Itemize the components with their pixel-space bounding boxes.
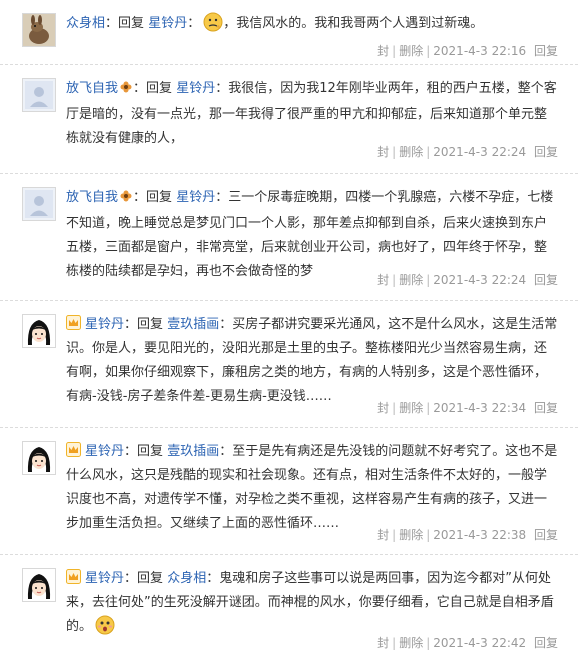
reply-target[interactable]: 壹玖插画 xyxy=(167,317,219,332)
delete-button[interactable]: 删除 xyxy=(399,528,423,542)
separator: | xyxy=(392,44,397,58)
reply-meta: 封 | 删除 | 2021-4-3 22:24 回复 xyxy=(377,144,558,160)
separator: | xyxy=(426,636,431,650)
separator: | xyxy=(392,528,397,542)
avatar[interactable] xyxy=(22,568,56,602)
separator: | xyxy=(426,44,431,58)
reply-target[interactable]: 壹玖插画 xyxy=(167,444,219,459)
reply-button[interactable]: 回复 xyxy=(534,44,558,58)
reply-meta: 封 | 删除 | 2021-4-3 22:34 回复 xyxy=(377,400,558,416)
hide-button[interactable]: 封 xyxy=(377,273,389,287)
timestamp: 2021-4-3 22:16 xyxy=(433,44,527,58)
reply-item: 放飞自我 ：回复 星铃丹：三一个尿毒症晚期，四楼一个乳腺癌，六楼不孕症，七楼不知道… xyxy=(0,174,578,301)
delete-button[interactable]: 删除 xyxy=(399,145,423,159)
colon: ： xyxy=(187,16,201,31)
avatar[interactable] xyxy=(22,78,56,112)
reply-item: 星铃丹：回复 众身相：鬼魂和房子这些事可以说是两回事，因为迄今都对”从何处来，去… xyxy=(0,555,578,662)
reply-content: 众身相：回复 星铃丹： ，我信风水的。我和我哥两个人遇到过新魂。 xyxy=(66,12,558,41)
separator: | xyxy=(392,145,397,159)
surprised-emoji-icon xyxy=(95,615,115,644)
reply-meta: 封 | 删除 | 2021-4-3 22:42 回复 xyxy=(377,635,558,651)
author-name[interactable]: 放飞自我 xyxy=(66,81,118,96)
reply-label: ：回复 xyxy=(124,317,164,332)
avatar[interactable] xyxy=(22,314,56,348)
reply-meta: 封 | 删除 | 2021-4-3 22:24 回复 xyxy=(377,272,558,288)
default-avatar-icon xyxy=(23,188,55,220)
delete-button[interactable]: 删除 xyxy=(399,636,423,650)
reply-button[interactable]: 回复 xyxy=(534,636,558,650)
reply-item: 众身相：回复 星铃丹： ，我信风水的。我和我哥两个人遇到过新魂。 封 | 删除 | 202… xyxy=(0,0,578,65)
reply-text: ，我信风水的。我和我哥两个人遇到过新魂。 xyxy=(223,16,484,31)
reply-label: ：回复 xyxy=(105,16,145,31)
reply-button[interactable]: 回复 xyxy=(534,145,558,159)
delete-button[interactable]: 删除 xyxy=(399,273,423,287)
separator: | xyxy=(426,401,431,415)
reply-meta: 封 | 删除 | 2021-4-3 22:38 回复 xyxy=(377,527,558,543)
reply-item: 星铃丹：回复 壹玖插画：至于是先有病还是先没钱的问题就不好考究了。这也不是什么风… xyxy=(0,428,578,555)
reply-target[interactable]: 星铃丹 xyxy=(176,190,215,205)
colon: ： xyxy=(215,190,229,205)
separator: | xyxy=(426,528,431,542)
hide-button[interactable]: 封 xyxy=(377,44,389,58)
animal-avatar-icon xyxy=(23,14,55,46)
hide-button[interactable]: 封 xyxy=(377,528,389,542)
reply-content: 放飞自我 ：回复 星铃丹：我很信，因为我12年刚毕业两年，租的西户五楼，整个客厅是… xyxy=(66,77,558,151)
separator: | xyxy=(426,273,431,287)
colon: ： xyxy=(206,571,220,586)
author-name[interactable]: 星铃丹 xyxy=(85,444,124,459)
hide-button[interactable]: 封 xyxy=(377,636,389,650)
vip-crown-icon xyxy=(66,569,81,584)
reply-content: 星铃丹：回复 壹玖插画：买房子都讲究要采光通风，这不是什么风水，这是生活常识。你… xyxy=(66,313,558,409)
reply-list: 众身相：回复 星铃丹： ，我信风水的。我和我哥两个人遇到过新魂。 封 | 删除 | 202… xyxy=(0,0,578,662)
default-avatar-icon xyxy=(23,79,55,111)
author-name[interactable]: 星铃丹 xyxy=(85,317,124,332)
separator: | xyxy=(392,401,397,415)
reply-item: 放飞自我 ：回复 星铃丹：我很信，因为我12年刚毕业两年，租的西户五楼，整个客厅是… xyxy=(0,65,578,174)
author-name[interactable]: 星铃丹 xyxy=(85,571,124,586)
timestamp: 2021-4-3 22:42 xyxy=(433,636,527,650)
timestamp: 2021-4-3 22:24 xyxy=(433,145,527,159)
hide-button[interactable]: 封 xyxy=(377,401,389,415)
author-name[interactable]: 众身相 xyxy=(66,16,105,31)
reply-button[interactable]: 回复 xyxy=(534,401,558,415)
reply-content: 放飞自我 ：回复 星铃丹：三一个尿毒症晚期，四楼一个乳腺癌，六楼不孕症，七楼不知道… xyxy=(66,186,558,284)
separator: | xyxy=(392,636,397,650)
delete-button[interactable]: 删除 xyxy=(399,44,423,58)
reply-content: 星铃丹：回复 壹玖插画：至于是先有病还是先没钱的问题就不好考究了。这也不是什么风… xyxy=(66,440,558,536)
flower-badge-icon xyxy=(119,79,133,103)
author-name[interactable]: 放飞自我 xyxy=(66,190,118,205)
reply-label: ：回复 xyxy=(133,190,173,205)
reply-label: ：回复 xyxy=(124,571,164,586)
flower-badge-icon xyxy=(119,188,133,212)
avatar[interactable] xyxy=(22,13,56,47)
timestamp: 2021-4-3 22:34 xyxy=(433,401,527,415)
reply-item: 星铃丹：回复 壹玖插画：买房子都讲究要采光通风，这不是什么风水，这是生活常识。你… xyxy=(0,301,578,428)
girl-avatar-icon xyxy=(23,569,55,601)
reply-button[interactable]: 回复 xyxy=(534,528,558,542)
reply-button[interactable]: 回复 xyxy=(534,273,558,287)
thinking-emoji-icon xyxy=(203,12,223,41)
reply-target[interactable]: 众身相 xyxy=(167,571,206,586)
colon: ： xyxy=(215,81,229,96)
separator: | xyxy=(426,145,431,159)
colon: ： xyxy=(219,317,233,332)
timestamp: 2021-4-3 22:24 xyxy=(433,273,527,287)
girl-avatar-icon xyxy=(23,315,55,347)
vip-crown-icon xyxy=(66,315,81,330)
reply-content: 星铃丹：回复 众身相：鬼魂和房子这些事可以说是两回事，因为迄今都对”从何处来，去… xyxy=(66,567,558,644)
reply-meta: 封 | 删除 | 2021-4-3 22:16 回复 xyxy=(377,43,558,59)
colon: ： xyxy=(219,444,233,459)
avatar[interactable] xyxy=(22,187,56,221)
vip-crown-icon xyxy=(66,442,81,457)
delete-button[interactable]: 删除 xyxy=(399,401,423,415)
reply-label: ：回复 xyxy=(133,81,173,96)
hide-button[interactable]: 封 xyxy=(377,145,389,159)
reply-target[interactable]: 星铃丹 xyxy=(176,81,215,96)
timestamp: 2021-4-3 22:38 xyxy=(433,528,527,542)
avatar[interactable] xyxy=(22,441,56,475)
separator: | xyxy=(392,273,397,287)
girl-avatar-icon xyxy=(23,442,55,474)
reply-label: ：回复 xyxy=(124,444,164,459)
reply-target[interactable]: 星铃丹 xyxy=(148,16,187,31)
